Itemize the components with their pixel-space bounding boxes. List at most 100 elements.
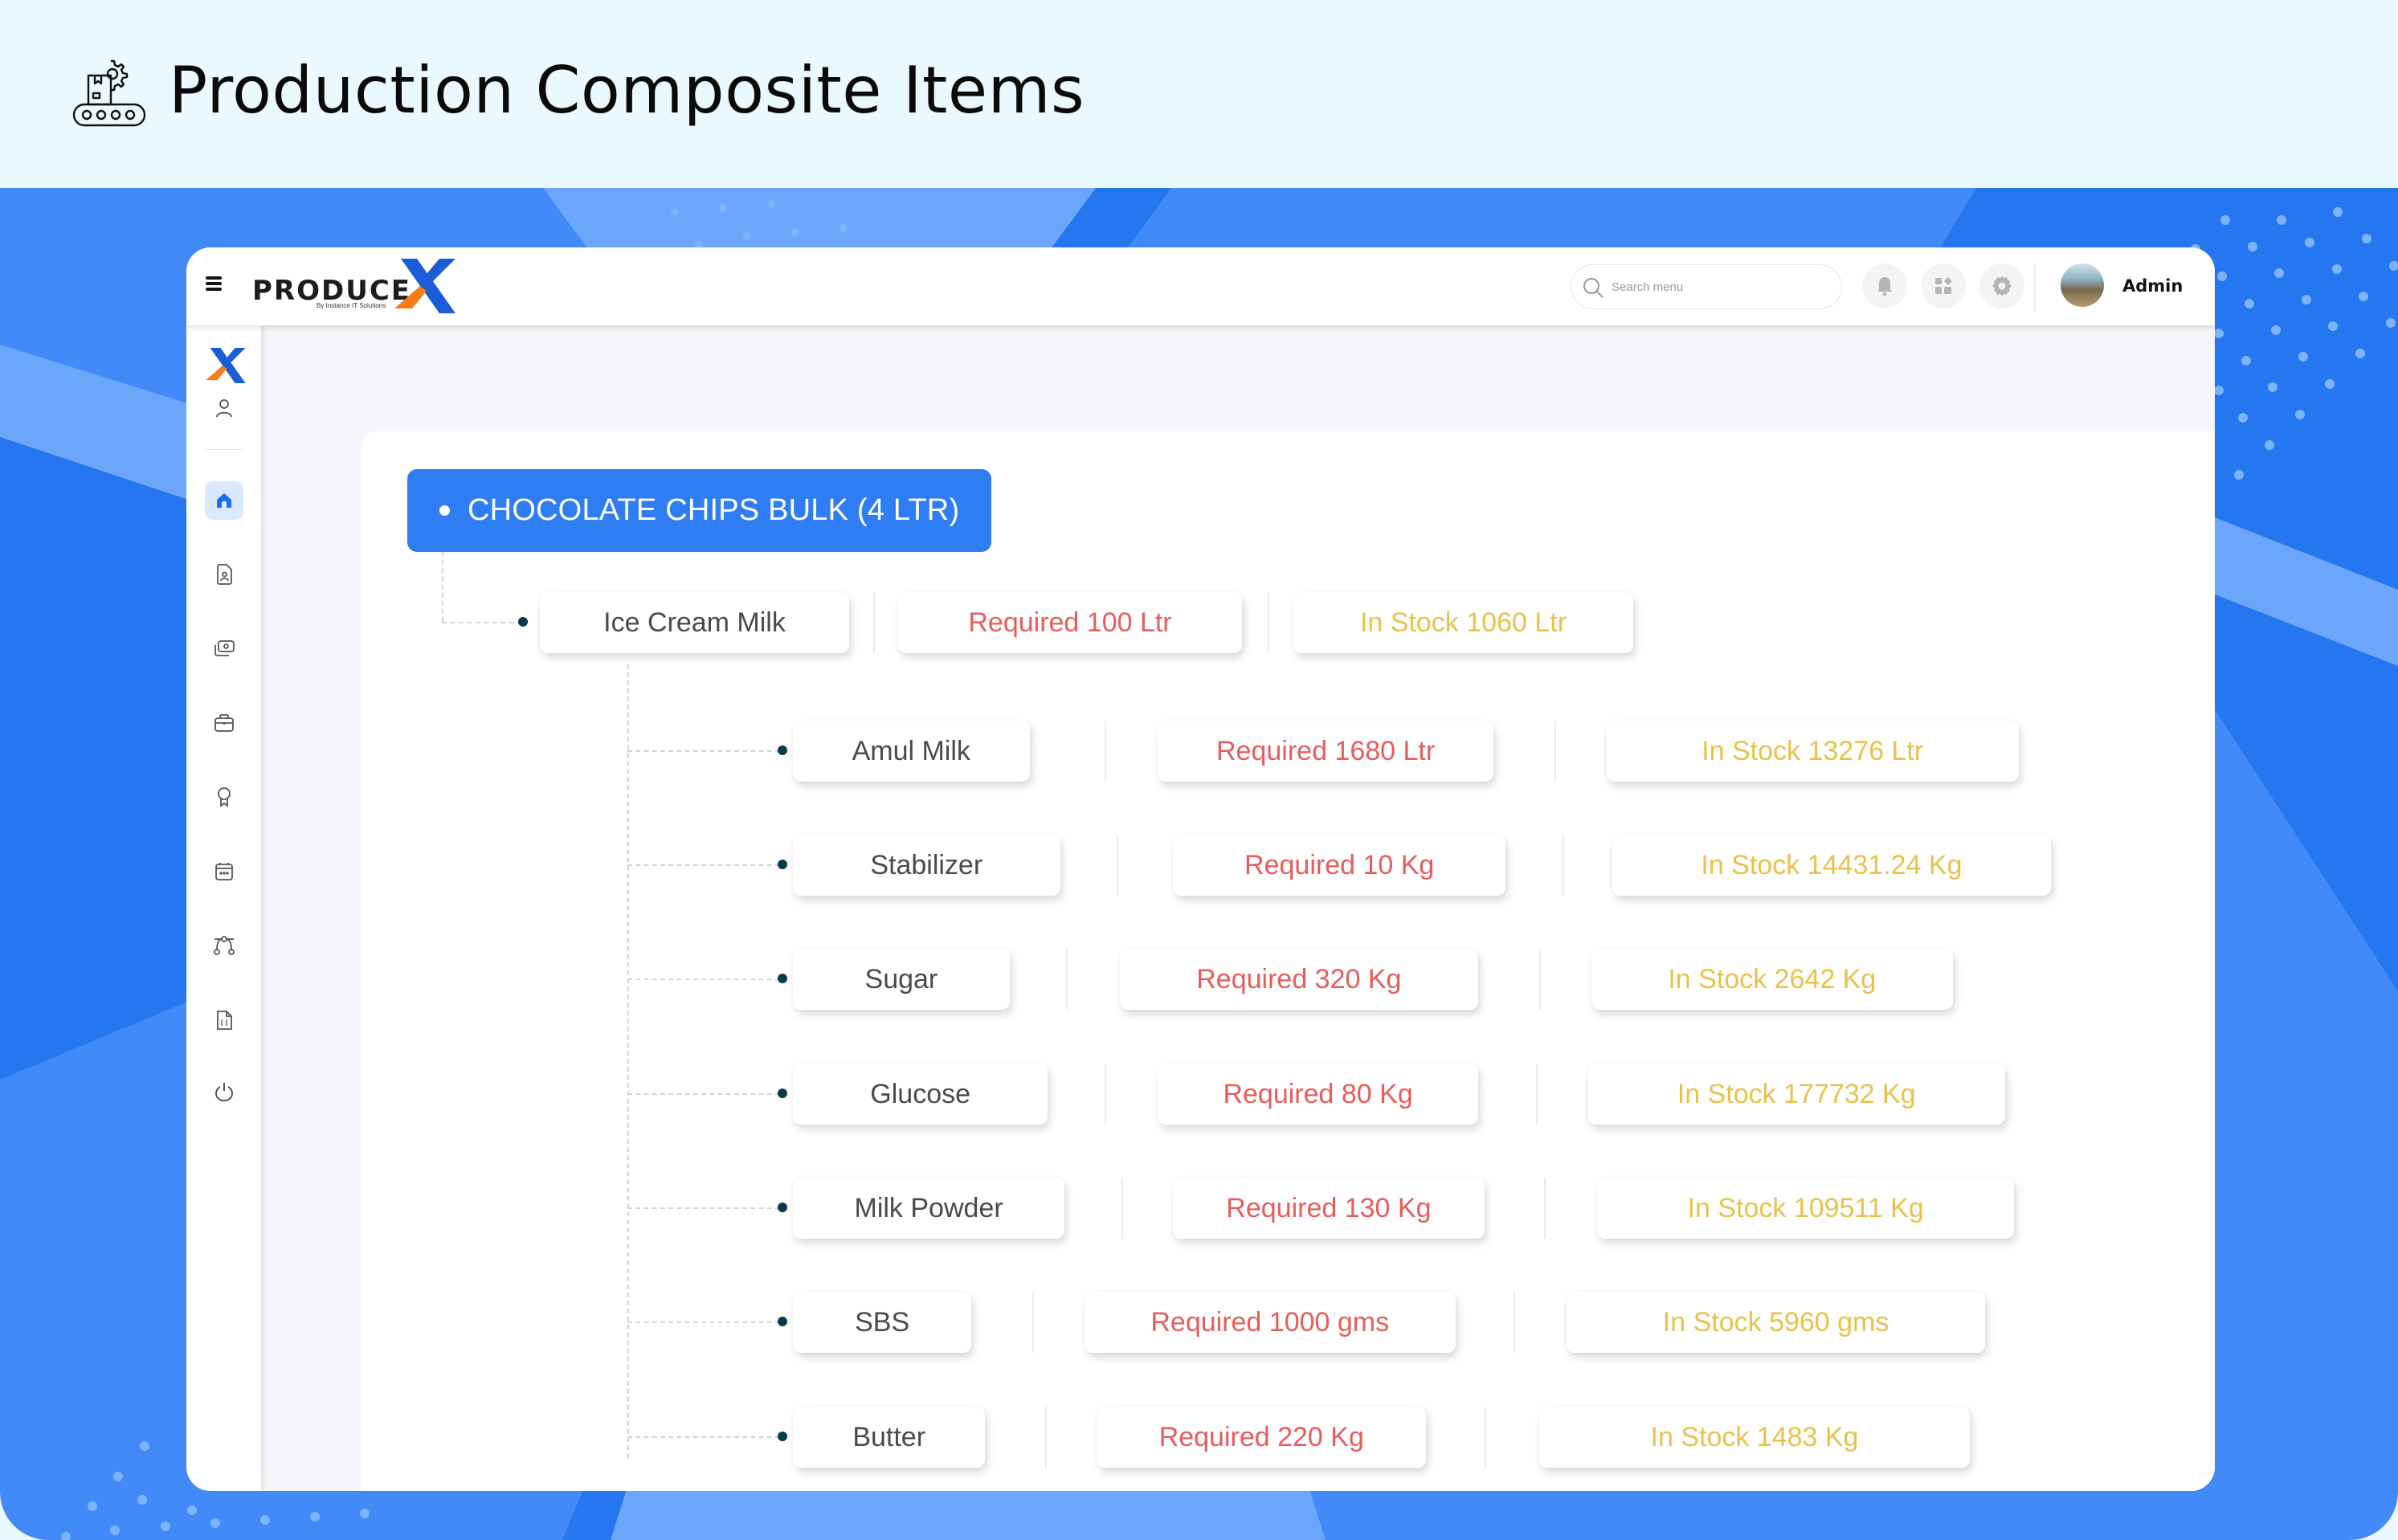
sidebar-item-workflow[interactable]: [205, 926, 243, 965]
gear-icon: [1992, 276, 2012, 296]
tree-connector: [442, 622, 522, 623]
required-qty-card[interactable]: Required 1680 Ltr: [1158, 721, 1494, 782]
settings-button[interactable]: [1979, 263, 2024, 308]
sidebar-logo-icon[interactable]: [204, 348, 247, 383]
sidebar-item-finance[interactable]: [205, 629, 243, 668]
tree-connector: [627, 1321, 780, 1323]
tree-node-dot: [778, 1203, 787, 1212]
tree-node-dot: [778, 745, 787, 755]
file-code-icon: [217, 1011, 232, 1030]
root-bullet: [439, 505, 450, 516]
apps-button[interactable]: [1921, 263, 1966, 308]
column-divider: [1536, 1064, 1538, 1125]
tree-node-dot: [778, 1432, 787, 1441]
tree-connector: [627, 1207, 780, 1209]
sidebar-item-profile[interactable]: [205, 389, 243, 427]
sidebar-item-logout[interactable]: [205, 1072, 243, 1111]
page-title: Production Composite Items: [169, 53, 1085, 128]
in-stock-card[interactable]: In Stock 109511 Kg: [1597, 1178, 2014, 1239]
home-icon: [217, 493, 231, 508]
composite-tree-panel: CHOCOLATE CHIPS BULK (4 LTR) Ice Cream M…: [362, 431, 2215, 1491]
sidebar-item-business[interactable]: [205, 704, 243, 742]
column-divider: [1543, 1178, 1546, 1239]
app-header: PRODUCE By Instance IT Solutions Admin: [186, 247, 2215, 325]
required-qty-card[interactable]: Required 1000 gms: [1084, 1292, 1456, 1353]
award-icon: [218, 787, 231, 807]
tree-connector: [627, 864, 780, 866]
tree-connector: [442, 552, 443, 622]
sidebar-item-calendar[interactable]: [205, 852, 243, 891]
column-divider: [873, 592, 875, 653]
hamburger-icon[interactable]: [206, 276, 222, 291]
item-name-card[interactable]: Milk Powder: [793, 1178, 1065, 1239]
tree-connector: [627, 664, 629, 1458]
in-stock-card[interactable]: In Stock 13276 Ltr: [1606, 721, 2019, 782]
search-input[interactable]: [1612, 273, 1828, 300]
tree-node-dot: [778, 1317, 787, 1326]
column-divider: [1562, 835, 1564, 896]
column-divider: [1484, 1407, 1486, 1468]
produce-x-logo[interactable]: PRODUCE By Instance IT Solutions: [252, 259, 461, 315]
power-icon: [214, 1083, 234, 1102]
item-name-card[interactable]: Glucose: [793, 1064, 1048, 1125]
in-stock-card[interactable]: In Stock 177732 Kg: [1587, 1064, 2005, 1125]
tree-node-dot: [778, 1089, 787, 1098]
header-divider: [2034, 263, 2036, 312]
item-name-card[interactable]: Stabilizer: [793, 835, 1060, 896]
notifications-button[interactable]: [1862, 263, 1907, 308]
tree-connector: [627, 978, 780, 980]
tree-connector: [627, 1436, 780, 1438]
item-name-card[interactable]: Amul Milk: [793, 721, 1030, 782]
user-name[interactable]: Admin: [2122, 276, 2183, 296]
vector-node-icon: [214, 936, 235, 955]
search-icon: [1583, 278, 1603, 298]
column-divider: [1554, 721, 1557, 782]
in-stock-card[interactable]: In Stock 1060 Ltr: [1293, 592, 1633, 653]
app-window: PRODUCE By Instance IT Solutions Admin: [186, 247, 2215, 1491]
document-user-icon: [217, 564, 232, 585]
tree-node-dot: [778, 974, 787, 983]
apps-grid-icon: [1935, 277, 1952, 294]
column-divider: [1539, 949, 1542, 1010]
tree-node-dot: [518, 617, 528, 627]
in-stock-card[interactable]: In Stock 5960 gms: [1567, 1292, 1985, 1353]
page-banner: Production Composite Items: [0, 0, 2398, 188]
sidebar: [186, 325, 261, 1491]
in-stock-card[interactable]: In Stock 14431.24 Kg: [1612, 835, 2051, 896]
column-divider: [1121, 1178, 1123, 1239]
column-divider: [1044, 1407, 1047, 1468]
required-qty-card[interactable]: Required 320 Kg: [1119, 949, 1479, 1010]
item-name-card[interactable]: Sugar: [793, 949, 1010, 1010]
column-divider: [1032, 1292, 1035, 1353]
root-item-node[interactable]: CHOCOLATE CHIPS BULK (4 LTR): [407, 469, 991, 552]
item-name-card[interactable]: Ice Cream Milk: [540, 592, 849, 653]
search-box[interactable]: [1571, 264, 1842, 309]
sidebar-divider: [206, 449, 243, 450]
calendar-icon: [215, 863, 233, 880]
avatar[interactable]: [2061, 263, 2104, 307]
sidebar-item-awards[interactable]: [205, 778, 243, 816]
column-divider: [1066, 949, 1068, 1010]
sidebar-item-reports[interactable]: [205, 1001, 243, 1040]
required-qty-card[interactable]: Required 220 Kg: [1097, 1407, 1427, 1468]
tree-connector: [627, 1093, 780, 1095]
item-name-card[interactable]: SBS: [793, 1292, 972, 1353]
required-qty-card[interactable]: Required 100 Ltr: [898, 592, 1242, 653]
required-qty-card[interactable]: Required 10 Kg: [1173, 835, 1506, 896]
in-stock-card[interactable]: In Stock 2642 Kg: [1591, 949, 1953, 1010]
briefcase-icon: [214, 714, 234, 732]
required-qty-card[interactable]: Required 130 Kg: [1173, 1178, 1485, 1239]
bell-icon: [1877, 277, 1892, 296]
root-item-label: CHOCOLATE CHIPS BULK (4 LTR): [468, 493, 960, 527]
column-divider: [1268, 592, 1269, 653]
in-stock-card[interactable]: In Stock 1483 Kg: [1539, 1407, 1970, 1468]
column-divider: [1116, 835, 1118, 896]
tree-connector: [627, 750, 780, 752]
sidebar-item-documents[interactable]: [205, 555, 243, 594]
required-qty-card[interactable]: Required 80 Kg: [1158, 1064, 1479, 1125]
money-icon: [214, 640, 235, 656]
sidebar-item-home[interactable]: [205, 481, 243, 520]
item-name-card[interactable]: Butter: [793, 1407, 986, 1468]
tree-node-dot: [778, 860, 787, 869]
user-icon: [216, 399, 232, 418]
